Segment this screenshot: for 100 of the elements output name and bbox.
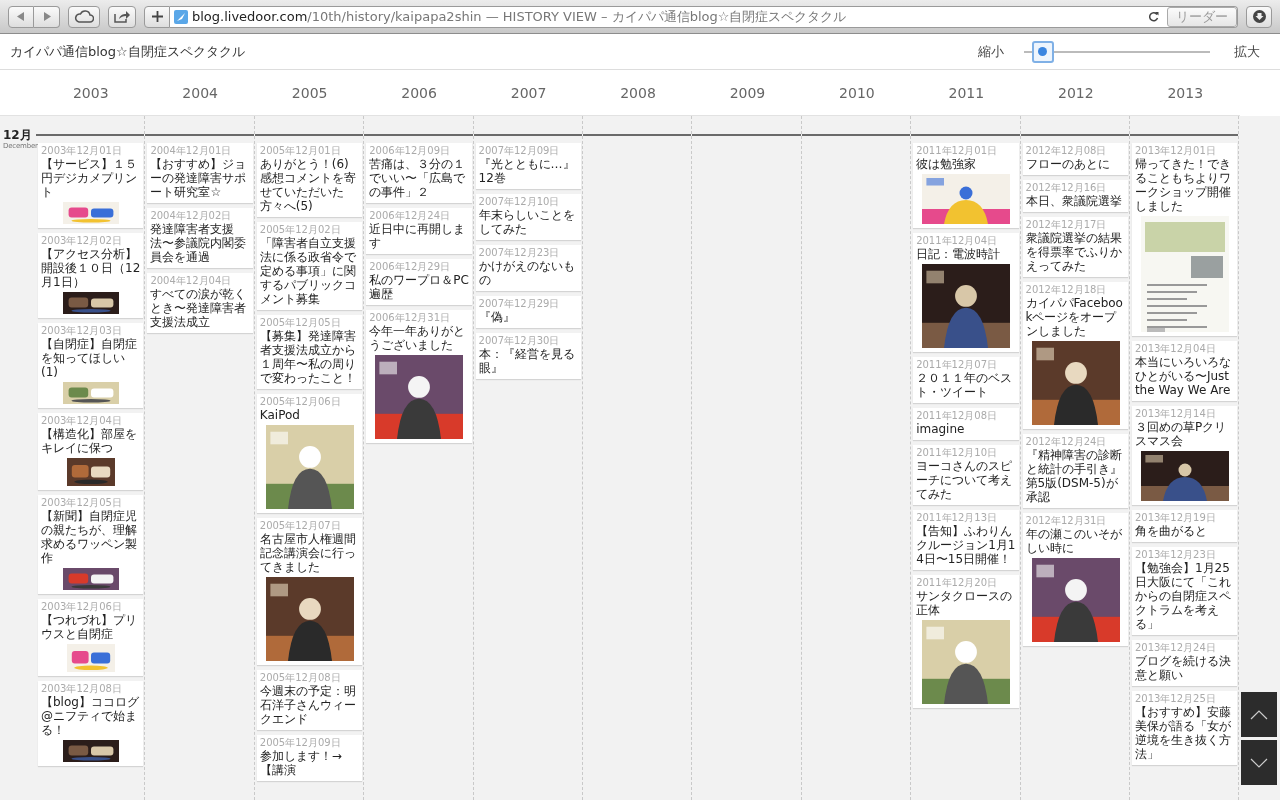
slider-thumb[interactable] xyxy=(1031,40,1054,63)
post-title[interactable]: 【おすすめ】安藤美保が語る「女が逆境を生き抜く方法」 xyxy=(1134,705,1236,761)
post-card[interactable]: 2013年12月19日 角を曲がると xyxy=(1131,510,1238,542)
post-title[interactable]: すべての涙が乾くとき〜発達障害者支援法成立 xyxy=(150,287,251,329)
forward-button[interactable] xyxy=(34,5,60,28)
post-card[interactable]: 2006年12月24日 近日中に再開します xyxy=(366,208,472,254)
post-title[interactable]: 『精神障害の診断と統計の手引き』第5版(DSM-5)が承認 xyxy=(1025,448,1126,504)
post-card[interactable]: 2011年12月07日 ２０１１年のベスト・ツイート xyxy=(913,357,1019,403)
year-label[interactable]: 2003 xyxy=(36,84,146,101)
post-title[interactable]: 【つれづれ】プリウスと自閉症 xyxy=(41,613,142,641)
post-card[interactable]: 2007年12月09日 『光とともに…』12巻 xyxy=(475,143,581,189)
post-title[interactable]: ３回めの草Pクリスマス会 xyxy=(1134,420,1236,448)
post-title[interactable]: 【告知】ふわりんクルージョン1月14日〜15日開催！ xyxy=(916,524,1017,566)
post-title[interactable]: 衆議院選挙の結果を得票率でふりかえってみた xyxy=(1025,231,1126,273)
post-card[interactable]: 2013年12月14日 ３回めの草Pクリスマス会 xyxy=(1131,406,1238,505)
post-card[interactable]: 2011年12月08日 imagine xyxy=(913,408,1019,440)
post-card[interactable]: 2013年12月24日 ブログを続ける決意と願い xyxy=(1131,640,1238,686)
post-card[interactable]: 2003年12月06日 【つれづれ】プリウスと自閉症 xyxy=(38,599,144,676)
post-title[interactable]: 【サービス】１５円デジカメプリント xyxy=(41,157,142,199)
post-card[interactable]: 2003年12月08日 【blog】ココログ@ニフティで始まる！ xyxy=(38,681,144,766)
post-title[interactable]: ２０１１年のベスト・ツイート xyxy=(916,371,1017,399)
post-title[interactable]: ヨーコさんのスピーチについて考えてみた xyxy=(916,459,1017,501)
back-button[interactable] xyxy=(8,5,34,28)
post-card[interactable]: 2011年12月13日 【告知】ふわりんクルージョン1月14日〜15日開催！ xyxy=(913,510,1019,570)
post-card[interactable]: 2005年12月07日 名古屋市人権週間記念講演会に行ってきました xyxy=(256,518,363,665)
scroll-down-button[interactable] xyxy=(1241,740,1277,785)
post-title[interactable]: 近日中に再開します xyxy=(369,222,470,250)
post-card[interactable]: 2012年12月16日 本日、衆議院選挙 xyxy=(1022,180,1128,212)
year-label[interactable]: 2009 xyxy=(692,84,803,101)
post-title[interactable]: 年の瀬このいそがしい時に xyxy=(1025,527,1126,555)
post-card[interactable]: 2007年12月23日 かけがえのないもの xyxy=(475,245,581,291)
post-card[interactable]: 2003年12月04日 【構造化】部屋をキレイに保つ xyxy=(38,413,144,490)
post-title[interactable]: 本日、衆議院選挙 xyxy=(1025,194,1126,208)
post-title[interactable]: 【構造化】部屋をキレイに保つ xyxy=(41,427,142,455)
post-card[interactable]: 2013年12月01日 帰ってきた！できることもちよりワークショップ開催しました xyxy=(1131,143,1238,336)
post-card[interactable]: 2006年12月09日 苦痛は、３分の１でいい〜「広島での事件」２ xyxy=(366,143,472,203)
post-card[interactable]: 2011年12月04日 日記：電波時計 xyxy=(913,233,1019,352)
post-card[interactable]: 2013年12月25日 【おすすめ】安藤美保が語る「女が逆境を生き抜く方法」 xyxy=(1131,691,1238,765)
post-title[interactable]: 帰ってきた！できることもちよりワークショップ開催しました xyxy=(1134,157,1236,213)
post-card[interactable]: 2003年12月05日 【新聞】自閉症児の親たちが、理解求めるワッペン製作 xyxy=(38,495,144,594)
post-card[interactable]: 2012年12月18日 カイパパFacebookページをオープンしました xyxy=(1022,282,1128,429)
post-card[interactable]: 2007年12月30日 本：『経営を見る眼』 xyxy=(475,333,581,379)
post-card[interactable]: 2013年12月23日 【勉強会】1月25日大阪にて「これからの自閉症スペクトラムを考える」 xyxy=(1131,547,1238,635)
post-title[interactable]: 私のワープロ＆PC遍歴 xyxy=(369,273,470,301)
post-card[interactable]: 2005年12月06日 KaiPod xyxy=(256,394,363,513)
year-label[interactable]: 2010 xyxy=(802,84,912,101)
post-card[interactable]: 2003年12月01日 【サービス】１５円デジカメプリント xyxy=(38,143,144,228)
post-title[interactable]: 【勉強会】1月25日大阪にて「これからの自閉症スペクトラムを考える」 xyxy=(1134,561,1236,631)
post-title[interactable]: 今週末の予定：明石洋子さんウィークエンド xyxy=(259,684,361,726)
year-label[interactable]: 2006 xyxy=(364,84,474,101)
post-card[interactable]: 2005年12月09日 参加します！→【講演 xyxy=(256,735,363,781)
post-title[interactable]: ありがとう！(6) 感想コメントを寄せていただいた方々へ(5) xyxy=(259,157,361,213)
post-card[interactable]: 2004年12月04日 すべての涙が乾くとき〜発達障害者支援法成立 xyxy=(147,273,253,333)
post-card[interactable]: 2004年12月02日 発達障害者支援法〜参議院内閣委員会を通過 xyxy=(147,208,253,268)
post-title[interactable]: 【自閉症】自閉症を知ってほしい(1) xyxy=(41,337,142,379)
post-title[interactable]: 苦痛は、３分の１でいい〜「広島での事件」２ xyxy=(369,157,470,199)
post-title[interactable]: KaiPod xyxy=(259,408,361,422)
post-card[interactable]: 2004年12月01日 【おすすめ】ジョーの発達障害サポート研究室☆ xyxy=(147,143,253,203)
year-label[interactable]: 2005 xyxy=(254,84,365,101)
scroll-up-button[interactable] xyxy=(1241,692,1277,737)
post-title[interactable]: 【新聞】自閉症児の親たちが、理解求めるワッペン製作 xyxy=(41,509,142,565)
post-card[interactable]: 2003年12月02日 【アクセス分析】開設後１０日（12月1日） xyxy=(38,233,144,318)
post-title[interactable]: 『光とともに…』12巻 xyxy=(478,157,579,185)
year-label[interactable]: 2013 xyxy=(1130,84,1240,101)
post-card[interactable]: 2012年12月17日 衆議院選挙の結果を得票率でふりかえってみた xyxy=(1022,217,1128,277)
post-title[interactable]: 『偽』 xyxy=(478,310,579,324)
post-title[interactable]: 発達障害者支援法〜参議院内閣委員会を通過 xyxy=(150,222,251,264)
post-card[interactable]: 2005年12月01日 ありがとう！(6) 感想コメントを寄せていただいた方々へ(5) xyxy=(256,143,363,217)
post-card[interactable]: 2011年12月20日 サンタクロースの正体 xyxy=(913,575,1019,708)
post-card[interactable]: 2012年12月08日 フローのあとに xyxy=(1022,143,1128,175)
post-title[interactable]: 【おすすめ】ジョーの発達障害サポート研究室☆ xyxy=(150,157,251,199)
post-title[interactable]: 参加します！→【講演 xyxy=(259,749,361,777)
year-label[interactable]: 2007 xyxy=(473,84,584,101)
post-card[interactable]: 2011年12月01日 彼は勉強家 xyxy=(913,143,1019,228)
downloads-button[interactable] xyxy=(1246,5,1272,28)
post-card[interactable]: 2006年12月29日 私のワープロ＆PC遍歴 xyxy=(366,259,472,305)
post-title[interactable]: サンタクロースの正体 xyxy=(916,589,1017,617)
post-card[interactable]: 2005年12月02日 「障害者自立支援法に係る政省令で定める事項」に関するパブリックコメント募集 xyxy=(256,222,363,310)
post-title[interactable]: カイパパFacebookページをオープンしました xyxy=(1025,296,1126,338)
icloud-tabs-button[interactable] xyxy=(68,5,100,28)
post-card[interactable]: 2012年12月31日 年の瀬このいそがしい時に xyxy=(1022,513,1128,646)
post-card[interactable]: 2005年12月05日 【募集】発達障害者支援法成立から１周年〜私の周りで変わったこと！ xyxy=(256,315,363,389)
reload-icon[interactable] xyxy=(1148,11,1159,22)
post-card[interactable]: 2007年12月29日 『偽』 xyxy=(475,296,581,328)
post-title[interactable]: 彼は勉強家 xyxy=(916,157,1017,171)
post-card[interactable]: 2011年12月10日 ヨーコさんのスピーチについて考えてみた xyxy=(913,445,1019,505)
share-button[interactable] xyxy=(108,5,136,28)
post-title[interactable]: imagine xyxy=(916,422,1017,436)
post-title[interactable]: 【募集】発達障害者支援法成立から１周年〜私の周りで変わったこと！ xyxy=(259,329,361,385)
post-title[interactable]: 年末らしいことをしてみた xyxy=(478,208,579,236)
post-title[interactable]: 名古屋市人権週間記念講演会に行ってきました xyxy=(259,532,361,574)
post-card[interactable]: 2005年12月08日 今週末の予定：明石洋子さんウィークエンド xyxy=(256,670,363,730)
year-label[interactable]: 2011 xyxy=(911,84,1022,101)
post-card[interactable]: 2006年12月31日 今年一年ありがとうございました xyxy=(366,310,472,443)
post-card[interactable]: 2007年12月10日 年末らしいことをしてみた xyxy=(475,194,581,240)
year-label[interactable]: 2004 xyxy=(145,84,255,101)
post-card[interactable]: 2012年12月24日 『精神障害の診断と統計の手引き』第5版(DSM-5)が承認 xyxy=(1022,434,1128,508)
new-tab-button[interactable] xyxy=(144,5,170,28)
year-label[interactable]: 2008 xyxy=(583,84,693,101)
post-title[interactable]: 今年一年ありがとうございました xyxy=(369,324,470,352)
